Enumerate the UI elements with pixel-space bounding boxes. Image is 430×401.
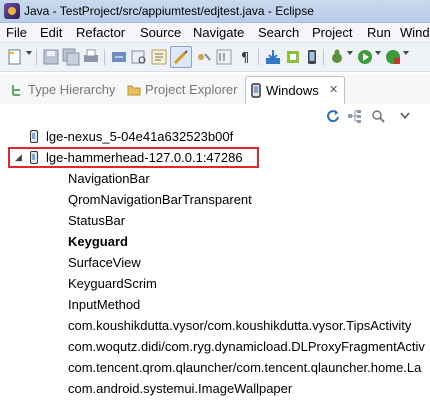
device-icon: [251, 83, 261, 98]
menu-project[interactable]: Project: [312, 25, 352, 40]
tab-windows[interactable]: Windows ✕: [245, 76, 345, 105]
toolbar-separator: [36, 49, 37, 65]
toolbar-separator: [258, 49, 259, 65]
window-title: Java - TestProject/src/appiumtest/edjtes…: [24, 4, 314, 18]
menu-edit[interactable]: Edit: [40, 25, 62, 40]
close-icon[interactable]: ✕: [329, 83, 338, 96]
menu-bar: File Edit Refactor Source Navigate Searc…: [0, 23, 430, 43]
menu-file[interactable]: File: [6, 25, 27, 40]
type-hierarchy-icon: [12, 85, 20, 96]
main-toolbar: ¶: [0, 43, 430, 72]
tab-label: Project Explorer: [145, 82, 238, 97]
highlight-annotation: [8, 147, 259, 168]
android-sdk-icon[interactable]: [284, 48, 302, 66]
tree-window-item[interactable]: com.tencent.qrom.qlauncher/com.tencent.q…: [68, 360, 421, 380]
build-icon[interactable]: [110, 48, 128, 66]
title-bar: Java - TestProject/src/appiumtest/edjtes…: [0, 0, 430, 23]
menu-source[interactable]: Source: [140, 25, 181, 40]
view-menu-icon[interactable]: [400, 112, 410, 119]
device-name: lge-nexus_5-04e41a632523b00f: [46, 129, 234, 144]
view-tab-bar: Type Hierarchy Project Explorer Windows …: [0, 74, 430, 105]
folder-icon: [127, 85, 141, 96]
tab-label: Type Hierarchy: [28, 82, 116, 97]
tree-window-item[interactable]: KeyguardScrim: [68, 276, 157, 296]
new-icon[interactable]: [6, 48, 24, 66]
print-icon[interactable]: [82, 48, 100, 66]
tab-project-explorer[interactable]: Project Explorer: [125, 79, 243, 101]
mark-occurrences-icon[interactable]: [172, 48, 190, 66]
debug-icon[interactable]: [328, 48, 346, 66]
menu-search[interactable]: Search: [258, 25, 299, 40]
external-tools-icon[interactable]: [384, 48, 402, 66]
menu-refactor[interactable]: Refactor: [76, 25, 125, 40]
eclipse-icon: [4, 3, 20, 19]
search-console-icon[interactable]: [130, 48, 148, 66]
device-icon: [30, 130, 38, 143]
block-selection-icon[interactable]: [195, 48, 213, 66]
tab-type-hierarchy[interactable]: Type Hierarchy: [8, 79, 120, 101]
menu-run[interactable]: Run: [367, 25, 391, 40]
menu-window[interactable]: Wind: [400, 25, 430, 40]
download-icon[interactable]: [264, 48, 282, 66]
tree-window-item[interactable]: QromNavigationBarTransparent: [68, 192, 252, 212]
external-tools-dropdown-icon[interactable]: [403, 51, 409, 55]
show-whitespace-icon[interactable]: [215, 48, 233, 66]
run-dropdown-icon[interactable]: [375, 51, 381, 55]
tree-window-item[interactable]: Keyguard: [68, 234, 128, 254]
toolbar-separator: [104, 49, 105, 65]
virtual-device-icon[interactable]: [303, 48, 321, 66]
tree-window-item[interactable]: com.android.systemui.ImageWallpaper: [68, 381, 292, 401]
inspect-icon[interactable]: [371, 109, 385, 123]
save-all-icon[interactable]: [62, 48, 80, 66]
run-icon[interactable]: [356, 48, 374, 66]
view-toolbar: [0, 104, 430, 128]
hierarchy-view-icon[interactable]: [347, 109, 363, 123]
tab-label: Windows: [266, 83, 319, 98]
tree-window-item[interactable]: StatusBar: [68, 213, 125, 233]
menu-navigate[interactable]: Navigate: [193, 25, 244, 40]
tree-window-item[interactable]: com.koushikdutta.vysor/com.koushikdutta.…: [68, 318, 411, 338]
tree-window-item[interactable]: com.woqutz.didi/com.ryg.dynamicload.DLPr…: [68, 339, 425, 359]
refresh-icon[interactable]: [326, 109, 340, 123]
toolbar-separator: [323, 49, 324, 65]
svg-text:¶: ¶: [241, 51, 249, 66]
open-type-icon[interactable]: [150, 48, 168, 66]
save-icon[interactable]: [42, 48, 60, 66]
tree-window-item[interactable]: SurfaceView: [68, 255, 141, 275]
tree-window-item[interactable]: NavigationBar: [68, 171, 150, 191]
paragraph-icon[interactable]: ¶: [236, 48, 254, 66]
tree-window-item[interactable]: InputMethod: [68, 297, 140, 317]
new-dropdown-icon[interactable]: [26, 51, 32, 55]
debug-dropdown-icon[interactable]: [347, 51, 353, 55]
